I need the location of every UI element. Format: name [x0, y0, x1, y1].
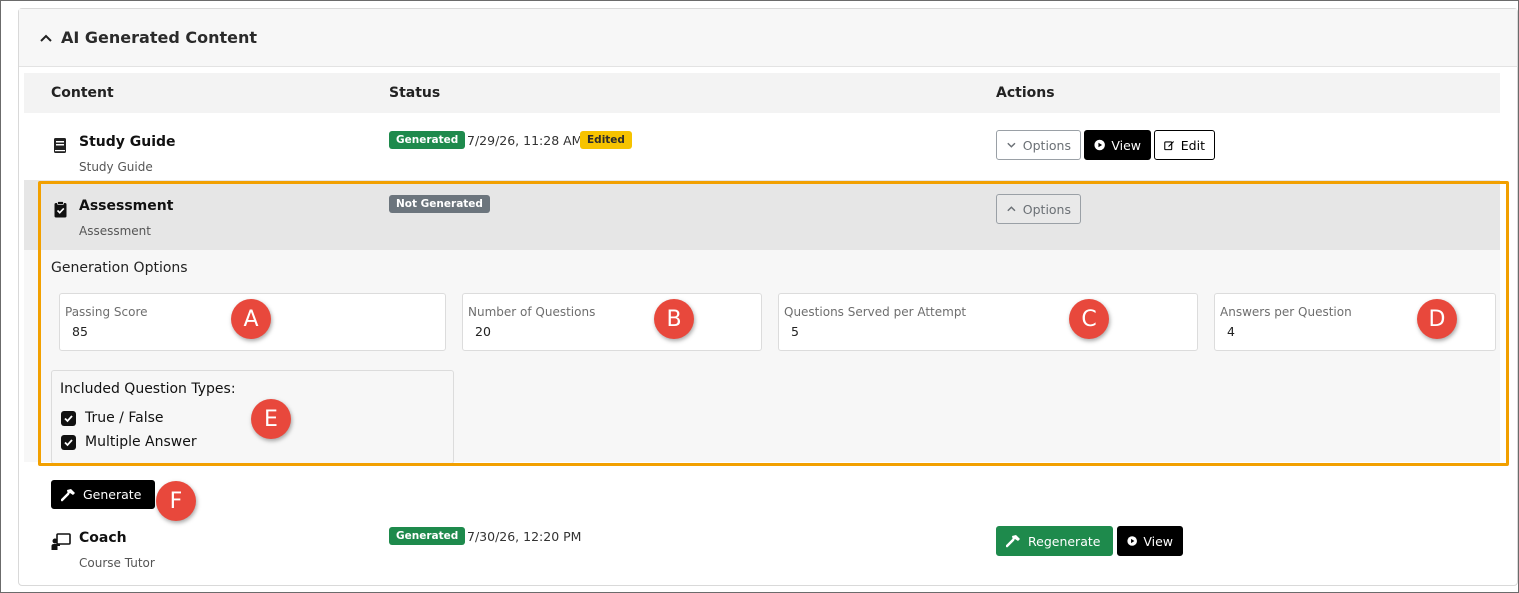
questions-served-label: Questions Served per Attempt [784, 305, 967, 319]
assessment-subtitle: Assessment [79, 224, 151, 238]
table-header: Content Status Actions [24, 73, 1500, 113]
question-types-title: Included Question Types: [60, 381, 236, 397]
callout-e: E [251, 399, 291, 439]
edited-badge: Edited [580, 131, 632, 149]
passing-score-label: Passing Score [65, 305, 148, 319]
chevron-up-icon [1007, 206, 1016, 212]
answers-per-question-label: Answers per Question [1220, 305, 1352, 319]
questions-served-value[interactable]: 5 [791, 324, 799, 339]
generation-options-heading: Generation Options [51, 260, 188, 276]
options-label: Options [1022, 137, 1071, 153]
questions-served-field[interactable]: Questions Served per Attempt 5 [778, 293, 1198, 351]
callout-a: A [231, 299, 271, 339]
study-guide-title: Study Guide [79, 134, 176, 150]
assessment-row[interactable] [24, 180, 1500, 250]
number-of-questions-value[interactable]: 20 [475, 324, 491, 339]
status-badge-generated: Generated [389, 527, 466, 545]
callout-d: D [1417, 299, 1457, 339]
question-type-true-false[interactable]: True / False [61, 410, 164, 426]
assessment-title: Assessment [79, 198, 174, 214]
view-button[interactable]: View [1117, 526, 1183, 556]
play-circle-icon [1127, 536, 1137, 546]
status-badge-not-generated: Not Generated [389, 195, 490, 213]
column-status: Status [389, 85, 441, 101]
chevron-up-icon[interactable] [39, 31, 53, 45]
card-header[interactable]: AI Generated Content [19, 9, 1517, 67]
play-circle-icon [1094, 139, 1105, 151]
edit-label: Edit [1180, 137, 1205, 153]
hammer-icon [61, 488, 75, 501]
question-type-label: Multiple Answer [85, 434, 197, 450]
edit-icon [1164, 141, 1175, 151]
status-date: 7/30/26, 12:20 PM [467, 529, 582, 544]
callout-b: B [654, 299, 694, 339]
options-label: Options [1022, 201, 1071, 217]
section-title: AI Generated Content [61, 28, 258, 47]
column-content: Content [51, 85, 114, 101]
edit-button[interactable]: Edit [1154, 130, 1215, 160]
view-label: View [1143, 533, 1173, 549]
coach-subtitle: Course Tutor [79, 556, 155, 570]
answers-per-question-value[interactable]: 4 [1227, 324, 1235, 339]
options-button[interactable]: Options [996, 130, 1081, 160]
status-date: 7/29/26, 11:28 AM [467, 133, 583, 148]
coach-title: Coach [79, 530, 127, 546]
view-label: View [1111, 137, 1141, 153]
chalkboard-teacher-icon [51, 533, 71, 551]
view-button[interactable]: View [1084, 130, 1151, 160]
generate-button[interactable]: Generate [51, 480, 155, 509]
checkbox-checked[interactable] [61, 434, 76, 450]
generate-label: Generate [83, 487, 142, 502]
question-type-label: True / False [85, 410, 164, 426]
book-icon [53, 137, 69, 155]
clipboard-check-icon [54, 201, 70, 219]
regenerate-button[interactable]: Regenerate [996, 526, 1113, 556]
chevron-down-icon [1007, 142, 1016, 148]
checkbox-checked[interactable] [61, 410, 76, 426]
options-button-expanded[interactable]: Options [996, 194, 1081, 224]
passing-score-value[interactable]: 85 [72, 324, 88, 339]
column-actions: Actions [996, 85, 1055, 101]
callout-f: F [156, 481, 196, 521]
question-type-multiple-answer[interactable]: Multiple Answer [61, 434, 197, 450]
status-badge-generated: Generated [389, 131, 466, 149]
callout-c: C [1069, 299, 1109, 339]
hammer-icon [1006, 535, 1020, 548]
number-of-questions-label: Number of Questions [468, 305, 596, 319]
study-guide-subtitle: Study Guide [79, 160, 153, 174]
number-of-questions-field[interactable]: Number of Questions 20 [462, 293, 762, 351]
regenerate-label: Regenerate [1028, 533, 1101, 549]
